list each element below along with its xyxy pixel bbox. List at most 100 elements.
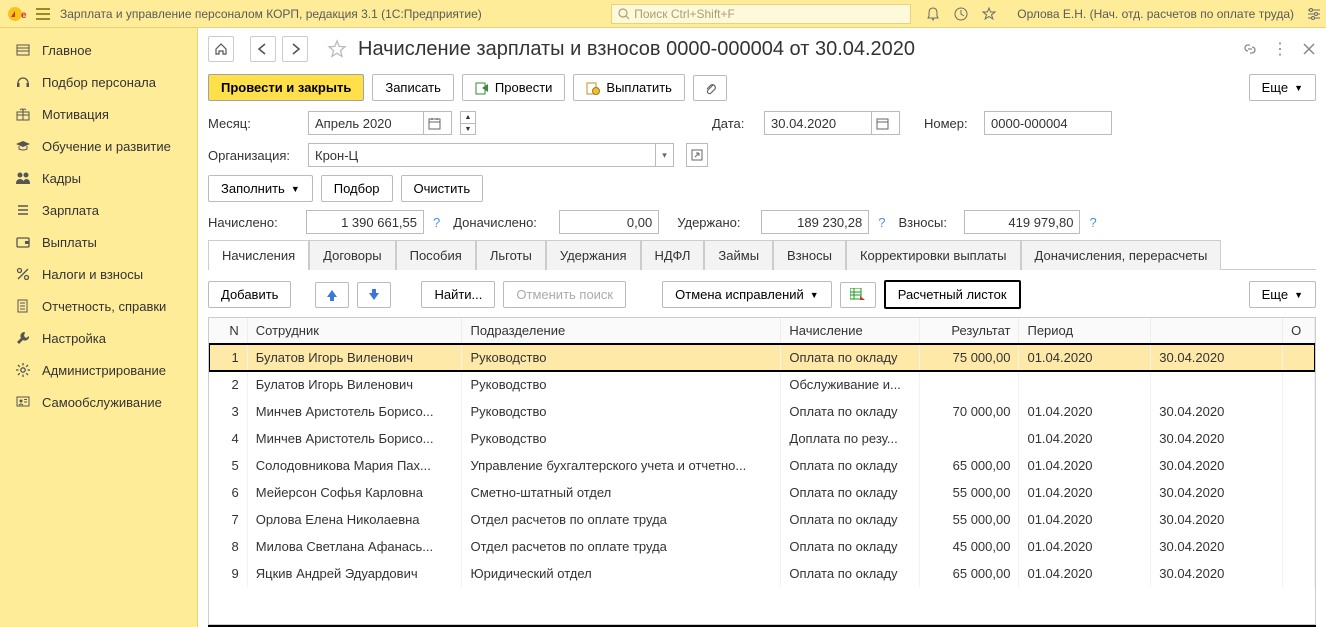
sidebar-item-4[interactable]: Кадры [0, 162, 197, 194]
attach-button[interactable] [693, 75, 727, 101]
column-header[interactable]: Период [1019, 318, 1151, 344]
cell [1283, 371, 1315, 398]
accrued-help[interactable]: ? [430, 215, 443, 230]
sidebar-item-7[interactable]: Налоги и взносы [0, 258, 197, 290]
cell [919, 425, 1019, 452]
cell: Руководство [462, 371, 781, 398]
fill-button[interactable]: Заполнить ▼ [208, 175, 313, 202]
month-input[interactable]: Апрель 2020 [308, 111, 452, 135]
post-button[interactable]: Провести [462, 74, 566, 101]
column-header[interactable] [1151, 318, 1283, 344]
table-row[interactable]: 2Булатов Игорь ВиленовичРуководствоОбслу… [209, 371, 1315, 398]
cell: Обслуживание и... [781, 371, 919, 398]
sidebar-item-1[interactable]: Подбор персонала [0, 66, 197, 98]
move-down-button[interactable] [357, 282, 391, 308]
tab-8[interactable]: Корректировки выплаты [846, 240, 1021, 270]
payslip-button[interactable]: Расчетный листок [884, 280, 1021, 309]
sidebar-item-10[interactable]: Администрирование [0, 354, 197, 386]
cancel-search-button[interactable]: Отменить поиск [503, 281, 626, 308]
pick-button[interactable]: Подбор [321, 175, 393, 202]
table-row[interactable]: 7Орлова Елена НиколаевнаОтдел расчетов п… [209, 506, 1315, 533]
tab-0[interactable]: Начисления [208, 240, 309, 270]
column-header[interactable]: Сотрудник [247, 318, 462, 344]
sidebar-item-label: Кадры [42, 171, 81, 186]
sidebar-item-5[interactable]: Зарплата [0, 194, 197, 226]
sidebar-item-0[interactable]: Главное [0, 34, 197, 66]
sidebar-item-6[interactable]: Выплаты [0, 226, 197, 258]
cell [1283, 344, 1315, 372]
calendar-icon[interactable] [871, 112, 893, 134]
open-org-button[interactable] [686, 143, 708, 167]
pay-button[interactable]: Выплатить [573, 74, 685, 101]
table-row[interactable]: 5Солодовникова Мария Пах...Управление бу… [209, 452, 1315, 479]
clear-button[interactable]: Очистить [401, 175, 484, 202]
sidebar-item-9[interactable]: Настройка [0, 322, 197, 354]
tab-6[interactable]: Займы [704, 240, 773, 270]
table-row[interactable]: 8Милова Светлана Афанась...Отдел расчето… [209, 533, 1315, 560]
column-header[interactable]: Начисление [781, 318, 919, 344]
home-button[interactable] [208, 36, 234, 62]
withheld-help[interactable]: ? [875, 215, 888, 230]
more-button-top[interactable]: Еще ▼ [1249, 74, 1316, 101]
table-row[interactable]: 3Минчев Аристотель Борисо...РуководствоО… [209, 398, 1315, 425]
date-input[interactable]: 30.04.2020 [764, 111, 900, 135]
calendar-icon[interactable] [423, 112, 445, 134]
move-up-button[interactable] [315, 282, 349, 308]
accruals-grid[interactable]: NСотрудникПодразделениеНачислениеРезульт… [208, 317, 1316, 625]
dropdown-icon[interactable]: ▾ [655, 144, 673, 166]
sidebar-item-8[interactable]: Отчетность, справки [0, 290, 197, 322]
post-and-close-button[interactable]: Провести и закрыть [208, 74, 364, 101]
link-icon[interactable] [1242, 41, 1258, 57]
tab-9[interactable]: Доначисления, перерасчеты [1021, 240, 1222, 270]
tab-4[interactable]: Удержания [546, 240, 641, 270]
add-row-button[interactable]: Добавить [208, 281, 291, 308]
cell: Отдел расчетов по оплате труда [462, 506, 781, 533]
cancel-fix-button[interactable]: Отмена исправлений ▼ [662, 281, 832, 308]
cell: 01.04.2020 [1019, 533, 1151, 560]
column-header[interactable]: О [1283, 318, 1315, 344]
close-icon[interactable] [1302, 42, 1316, 56]
spin-down-icon[interactable]: ▼ [461, 123, 475, 134]
column-header[interactable]: N [209, 318, 247, 344]
tab-2[interactable]: Пособия [396, 240, 476, 270]
table-mode-button[interactable] [840, 282, 876, 308]
spin-up-icon[interactable]: ▲ [461, 112, 475, 123]
tab-5[interactable]: НДФЛ [641, 240, 705, 270]
sidebar-item-11[interactable]: Самообслуживание [0, 386, 197, 418]
table-row[interactable]: 4Минчев Аристотель Борисо...РуководствоД… [209, 425, 1315, 452]
table-row[interactable]: 6Мейерсон Софья КарловнаСметно-штатный о… [209, 479, 1315, 506]
current-user[interactable]: Орлова Е.Н. (Нач. отд. расчетов по оплат… [1017, 7, 1294, 21]
hamburger-icon[interactable] [32, 3, 54, 25]
month-spinner[interactable]: ▲ ▼ [460, 111, 476, 135]
history-icon[interactable] [953, 6, 969, 22]
star-icon[interactable] [981, 6, 997, 22]
more-icon[interactable]: ⋮ [1272, 39, 1288, 59]
save-button[interactable]: Записать [372, 74, 454, 101]
column-header[interactable]: Подразделение [462, 318, 781, 344]
settings-bars-icon[interactable] [1306, 6, 1322, 22]
sidebar-item-3[interactable]: Обучение и развитие [0, 130, 197, 162]
accrued-value[interactable]: 1 390 661,55 [306, 210, 424, 234]
tab-1[interactable]: Договоры [309, 240, 395, 270]
table-row[interactable]: 9Яцкив Андрей ЭдуардовичЮридический отде… [209, 560, 1315, 587]
table-row[interactable]: 1Булатов Игорь ВиленовичРуководствоОплат… [209, 344, 1315, 372]
column-header[interactable]: Результат [919, 318, 1019, 344]
tab-3[interactable]: Льготы [476, 240, 546, 270]
sidebar-item-2[interactable]: Мотивация [0, 98, 197, 130]
sidebar-item-label: Подбор персонала [42, 75, 156, 90]
org-input[interactable]: Крон-Ц ▾ [308, 143, 674, 167]
cell: Минчев Аристотель Борисо... [247, 398, 462, 425]
back-button[interactable] [250, 36, 276, 62]
contrib-value[interactable]: 419 979,80 [964, 210, 1080, 234]
more-button-grid[interactable]: Еще ▼ [1249, 281, 1316, 308]
number-input[interactable]: 0000-000004 [984, 111, 1112, 135]
additional-value[interactable]: 0,00 [559, 210, 659, 234]
bell-icon[interactable] [925, 6, 941, 22]
tab-7[interactable]: Взносы [773, 240, 846, 270]
forward-button[interactable] [282, 36, 308, 62]
withheld-value[interactable]: 189 230,28 [761, 210, 869, 234]
favorite-star-icon[interactable] [324, 39, 350, 59]
global-search-input[interactable]: Поиск Ctrl+Shift+F [611, 4, 911, 24]
find-button[interactable]: Найти... [421, 281, 495, 308]
contrib-help[interactable]: ? [1086, 215, 1099, 230]
